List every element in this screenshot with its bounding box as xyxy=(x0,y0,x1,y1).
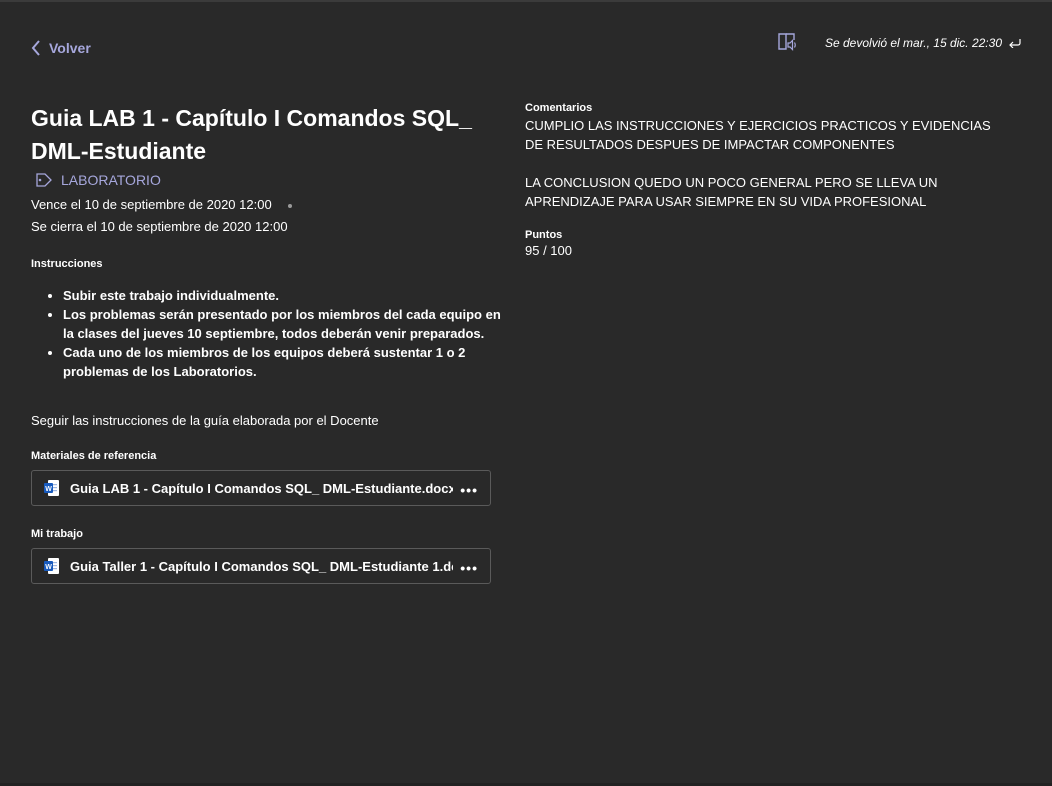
svg-text:W: W xyxy=(45,486,52,493)
reference-file-name: Guia LAB 1 - Capítulo I Comandos SQL_ DM… xyxy=(70,480,453,496)
svg-text:W: W xyxy=(45,564,52,571)
back-button[interactable]: Volver xyxy=(31,40,91,56)
work-file-name: Guia Taller 1 - Capítulo I Comandos SQL_… xyxy=(70,558,453,574)
returned-text: Se devolvió el mar., 15 dic. 22:30 xyxy=(825,36,1002,50)
chevron-left-icon xyxy=(31,40,40,56)
word-file-icon: W xyxy=(44,558,59,574)
category-tag: LABORATORIO xyxy=(35,172,501,188)
due-date: Vence el 10 de septiembre de 2020 12:00 xyxy=(31,197,272,212)
word-file-icon: W xyxy=(44,480,59,496)
returned-status: Se devolvió el mar., 15 dic. 22:30 xyxy=(825,36,1022,50)
points-value: 95 / 100 xyxy=(525,243,572,258)
list-item: Los problemas serán presentado por los m… xyxy=(63,305,501,343)
tag-icon xyxy=(36,173,52,187)
instructions-list: Subir este trabajo individualmente. Los … xyxy=(31,286,501,381)
instructions-label: Instrucciones xyxy=(31,258,103,270)
my-work-label: Mi trabajo xyxy=(31,528,83,540)
more-options-icon[interactable]: ••• xyxy=(460,560,478,576)
separator-dot xyxy=(287,203,292,208)
comment-paragraph: CUMPLIO LAS INSTRUCCIONES Y EJERCICIOS P… xyxy=(525,118,991,152)
my-work-attachment[interactable]: W Guia Taller 1 - Capítulo I Comandos SQ… xyxy=(31,548,491,584)
back-label: Volver xyxy=(49,40,91,56)
instructions-note: Seguir las instrucciones de la guía elab… xyxy=(31,413,379,428)
category-label: LABORATORIO xyxy=(61,172,161,188)
close-date: Se cierra el 10 de septiembre de 2020 12… xyxy=(31,219,288,234)
top-bar: Volver Se devolvió el mar., 15 dic. 22:3… xyxy=(0,2,1052,82)
feedback-panel: Comentarios CUMPLIO LAS INSTRUCCIONES Y … xyxy=(525,102,1005,258)
return-arrow-icon xyxy=(1009,39,1021,48)
assignment-title: Guia LAB 1 - Capítulo I Comandos SQL_ DM… xyxy=(31,105,472,164)
list-item: Subir este trabajo individualmente. xyxy=(63,286,501,305)
assignment-details: Guia LAB 1 - Capítulo I Comandos SQL_ DM… xyxy=(31,102,501,584)
more-options-icon[interactable]: ••• xyxy=(460,482,478,498)
reference-attachment[interactable]: W Guia LAB 1 - Capítulo I Comandos SQL_ … xyxy=(31,470,491,506)
reference-materials-label: Materiales de referencia xyxy=(31,450,157,462)
comments-text: CUMPLIO LAS INSTRUCCIONES Y EJERCICIOS P… xyxy=(525,116,1005,211)
immersive-reader-icon[interactable] xyxy=(777,32,799,52)
comment-paragraph: LA CONCLUSION QUEDO UN POCO GENERAL PERO… xyxy=(525,175,938,209)
assignment-view: Volver Se devolvió el mar., 15 dic. 22:3… xyxy=(0,0,1052,783)
list-item: Cada uno de los miembros de los equipos … xyxy=(63,343,501,381)
comments-label: Comentarios xyxy=(525,102,593,114)
points-label: Puntos xyxy=(525,229,563,241)
due-dates: Vence el 10 de septiembre de 2020 12:00 … xyxy=(31,194,501,238)
